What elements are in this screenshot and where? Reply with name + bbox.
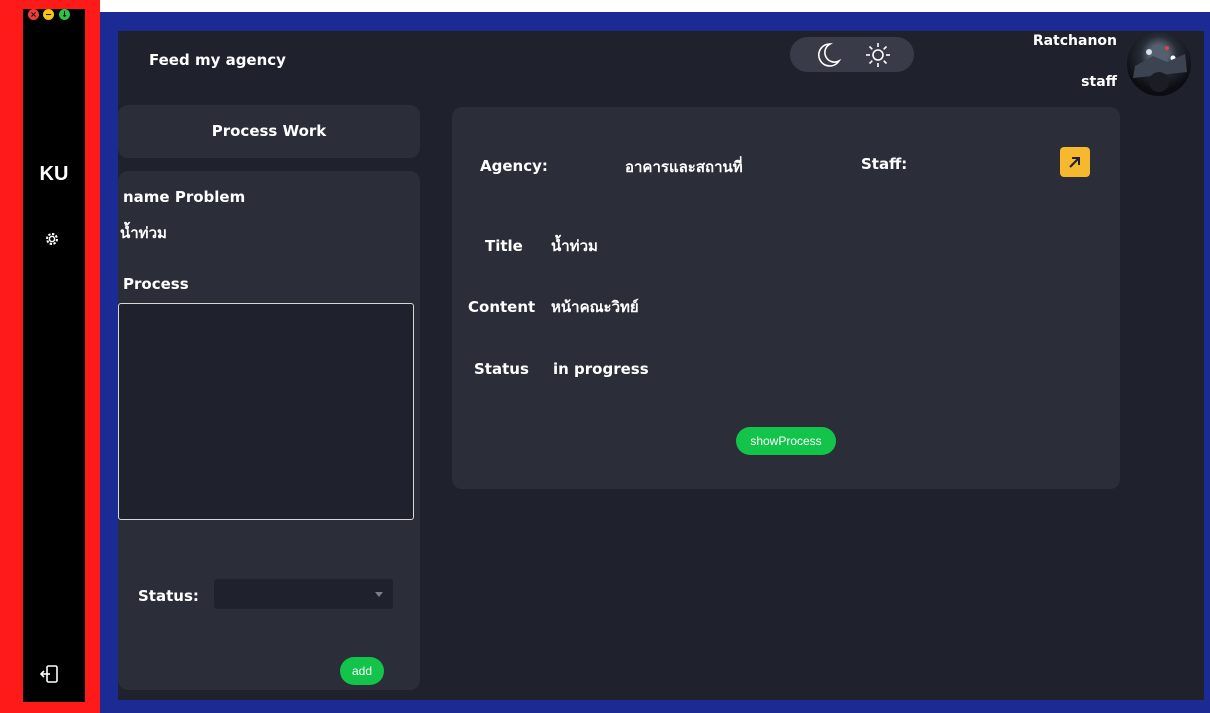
sun-icon-svg xyxy=(866,43,890,67)
arrow-up-right-icon[interactable] xyxy=(1060,147,1090,177)
agency-value: อาคารและสถานที่ xyxy=(625,158,743,176)
process-form: name Problem น้ำท่วม Process Status: add xyxy=(118,171,420,690)
moon-icon[interactable] xyxy=(812,40,842,70)
title-value: น้ำท่วม xyxy=(551,237,598,255)
title-label: Title xyxy=(485,237,523,255)
theme-toggle[interactable] xyxy=(790,37,914,72)
moon-icon-svg xyxy=(818,43,842,67)
status-detail-value: in progress xyxy=(553,360,649,378)
gear-icon-svg xyxy=(46,233,58,245)
sidebar-logo[interactable]: KU xyxy=(23,163,85,186)
status-detail-label: Status xyxy=(474,360,529,378)
gear-icon[interactable] xyxy=(42,229,62,249)
name-problem-label: name Problem xyxy=(123,188,246,206)
agency-label: Agency: xyxy=(480,157,548,175)
user-role: staff xyxy=(1081,74,1117,90)
sidebar: × − ↓ KU xyxy=(23,9,85,702)
sun-icon[interactable] xyxy=(865,42,891,68)
process-work-header: Process Work xyxy=(118,105,420,158)
content-label: Content xyxy=(468,298,536,316)
process-label: Process xyxy=(123,275,189,293)
process-work-title: Process Work xyxy=(211,122,327,140)
minimize-icon[interactable]: − xyxy=(43,9,54,20)
name-problem-value: น้ำท่วม xyxy=(120,224,167,242)
app-title: Feed my agency xyxy=(149,51,286,69)
arrow-up-right-icon-svg xyxy=(1069,157,1080,168)
status-label: Status: xyxy=(138,587,199,605)
detail-panel: Agency: อาคารและสถานที่ Staff: Title น้ำ… xyxy=(452,107,1120,489)
avatar-image xyxy=(1133,46,1187,92)
app-window: Feed my agency Ratchanon staff Process W… xyxy=(118,31,1204,700)
status-select[interactable] xyxy=(214,579,393,609)
add-button[interactable]: add xyxy=(340,657,384,685)
close-icon[interactable]: × xyxy=(28,9,39,20)
show-process-button[interactable]: showProcess xyxy=(736,427,836,455)
staff-label: Staff: xyxy=(861,155,908,173)
logout-icon-svg xyxy=(39,665,58,683)
content-value: หน้าคณะวิทย์ xyxy=(551,298,639,316)
logout-icon[interactable] xyxy=(39,663,61,685)
maximize-icon[interactable]: ↓ xyxy=(59,9,70,20)
user-name: Ratchanon xyxy=(1032,33,1117,49)
chevron-down-icon xyxy=(375,592,383,597)
avatar[interactable] xyxy=(1127,32,1191,96)
process-textarea[interactable] xyxy=(118,303,414,520)
